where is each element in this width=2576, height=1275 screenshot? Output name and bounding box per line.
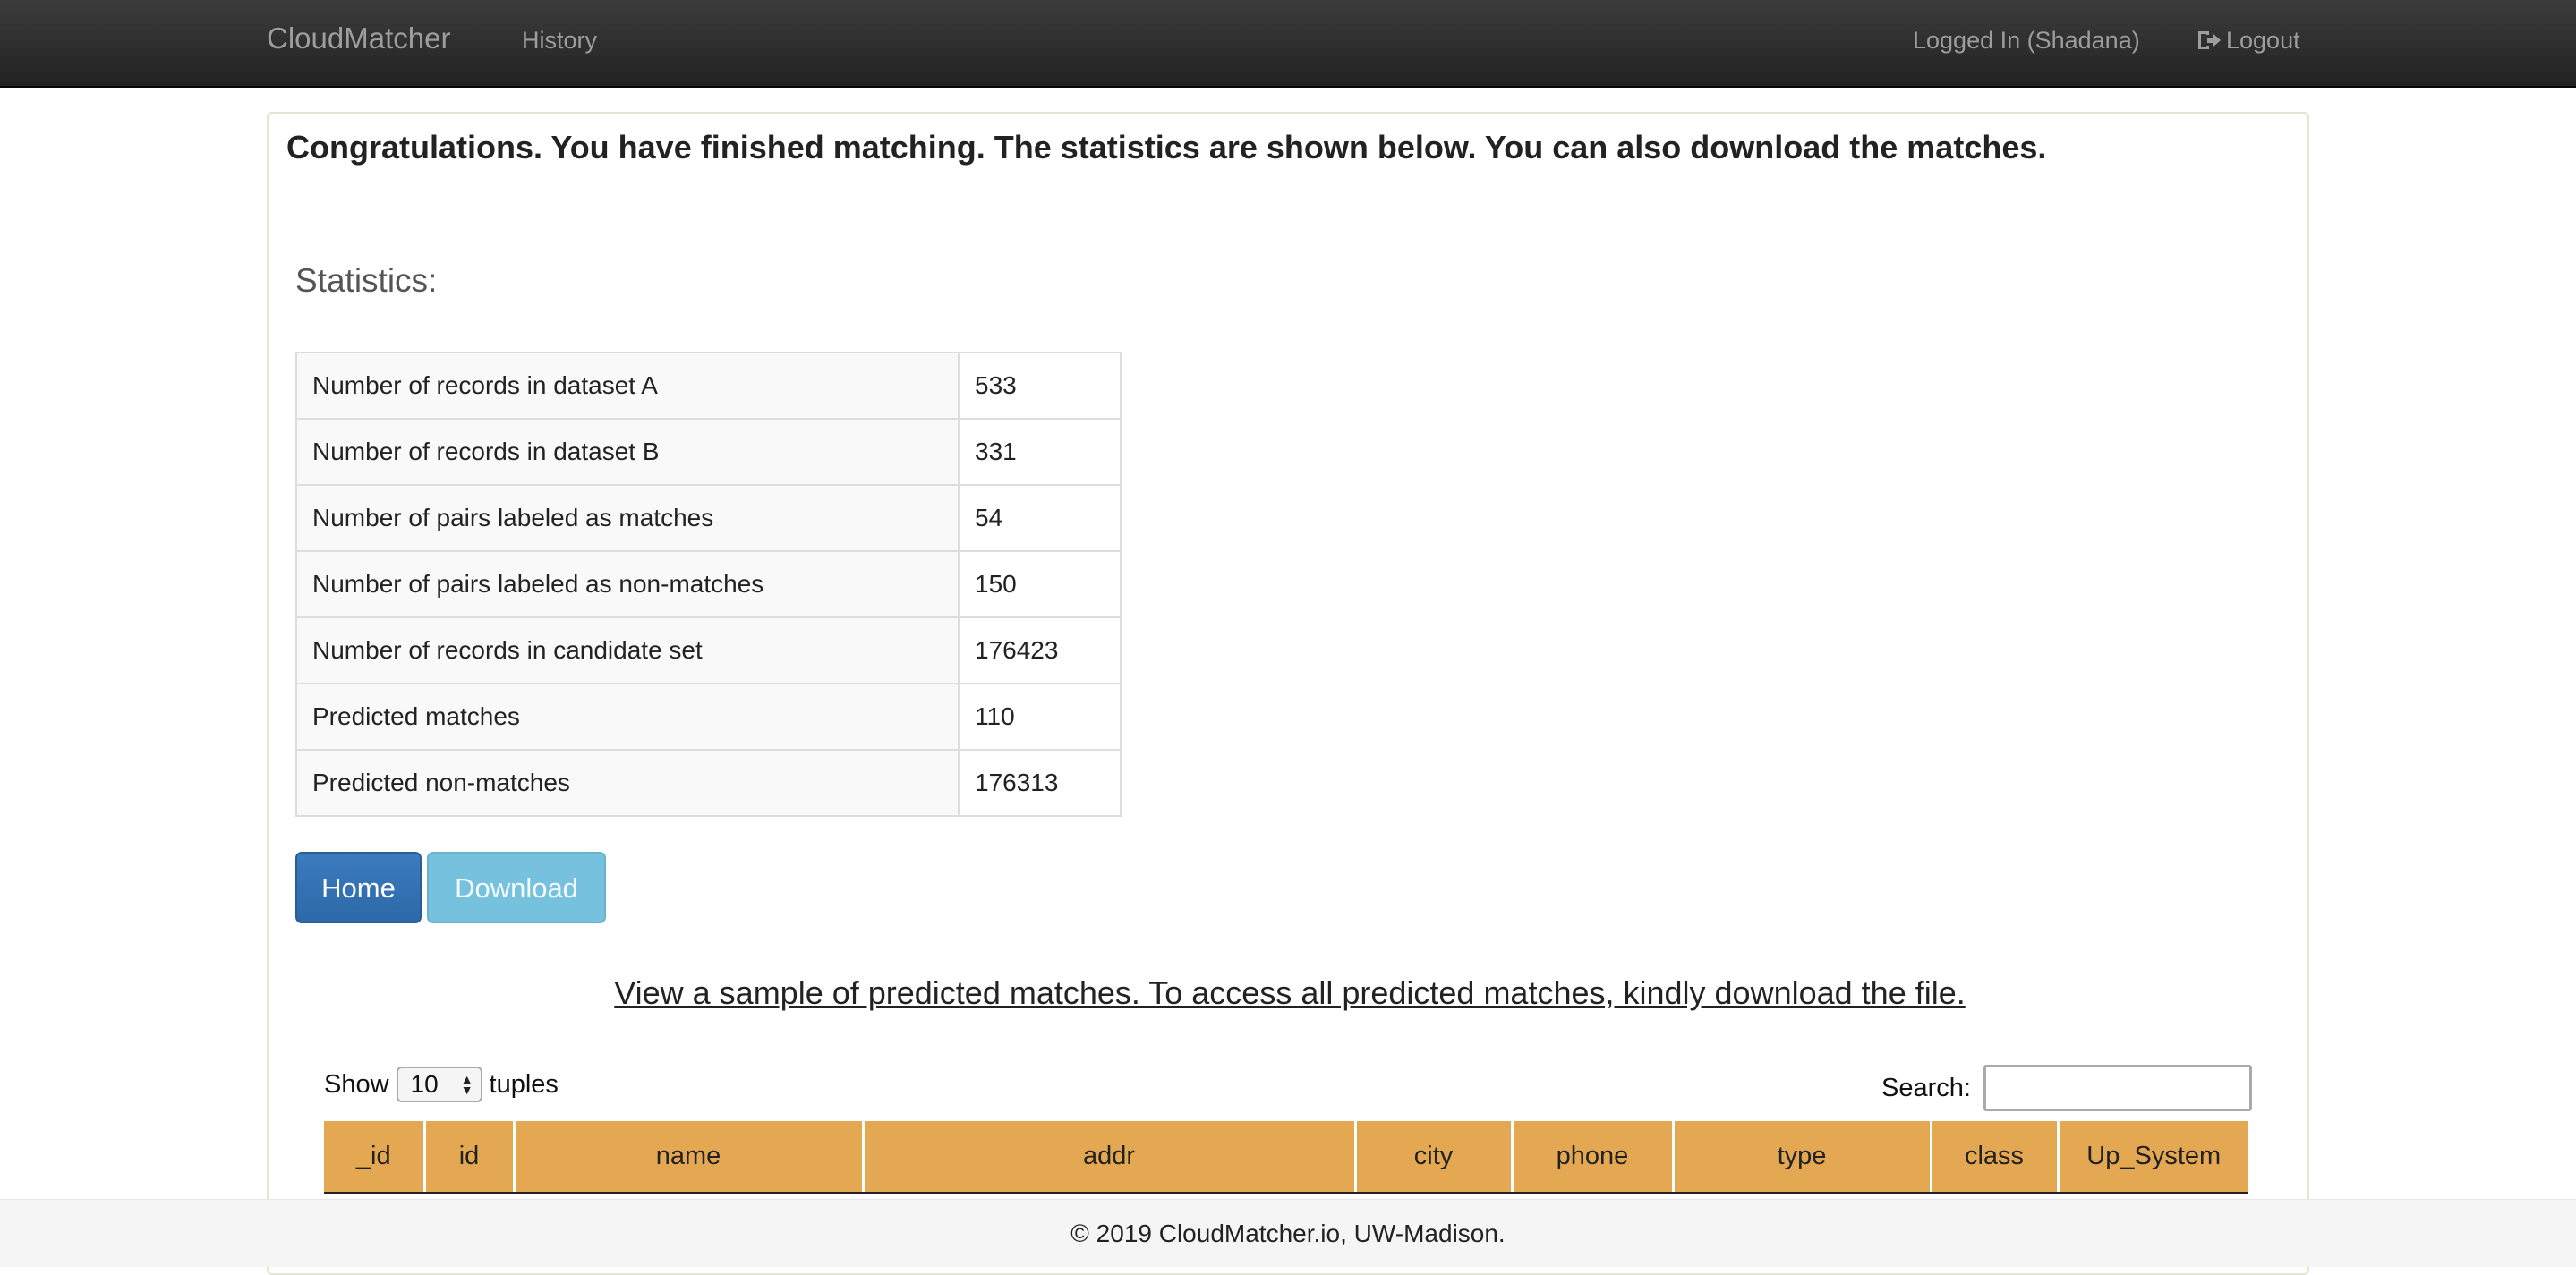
column-header-up-system[interactable]: Up_System	[2056, 1121, 2248, 1194]
stats-row: Predicted matches 110	[295, 683, 1122, 751]
stats-value: 110	[958, 683, 1122, 751]
sample-matches-link[interactable]: View a sample of predicted matches. To a…	[269, 974, 2311, 1012]
column-header-name[interactable]: name	[512, 1121, 863, 1194]
congrats-message: Congratulations. You have finished match…	[286, 129, 2047, 166]
footer-text: © 2019 CloudMatcher.io, UW-Madison.	[1070, 1220, 1506, 1247]
stats-row: Predicted non-matches 176313	[295, 749, 1122, 817]
stats-row: Number of records in dataset A 533	[295, 352, 1122, 420]
page-length-value: 10	[410, 1070, 439, 1098]
table-search: Search:	[1881, 1065, 2252, 1111]
stats-label: Number of records in dataset B	[295, 418, 960, 486]
stats-row: Number of pairs labeled as non-matches 1…	[295, 550, 1122, 618]
statistics-heading: Statistics:	[295, 262, 438, 299]
table-header-row: _id id name addr city phone type class U…	[324, 1121, 2248, 1194]
page-length-select[interactable]: 10 ▲ ▼	[396, 1067, 482, 1102]
page-footer: © 2019 CloudMatcher.io, UW-Madison.	[0, 1199, 2576, 1267]
stats-label: Number of records in candidate set	[295, 616, 960, 684]
logout-label: Logout	[2226, 27, 2300, 54]
logout-icon	[2198, 31, 2221, 49]
home-button[interactable]: Home	[295, 852, 422, 923]
column-header-_id[interactable]: _id	[324, 1121, 424, 1194]
stats-row: Number of pairs labeled as matches 54	[295, 484, 1122, 552]
stats-label: Number of pairs labeled as non-matches	[295, 550, 960, 618]
predicted-matches-table: _id id name addr city phone type class U…	[324, 1121, 2248, 1194]
stats-value: 54	[958, 484, 1122, 552]
search-input[interactable]	[1983, 1065, 2252, 1111]
statistics-table: Number of records in dataset A 533 Numbe…	[295, 352, 1122, 817]
column-header-type[interactable]: type	[1671, 1121, 1931, 1194]
page-length-control: Show 10 ▲ ▼ tuples	[324, 1067, 559, 1102]
show-label: Show	[324, 1069, 389, 1099]
column-header-class[interactable]: class	[1929, 1121, 2058, 1194]
brand-link[interactable]: CloudMatcher	[267, 21, 450, 55]
stats-row: Number of records in dataset B 331	[295, 418, 1122, 486]
download-button[interactable]: Download	[427, 852, 606, 923]
search-label: Search:	[1881, 1073, 1971, 1102]
results-panel: Congratulations. You have finished match…	[267, 112, 2309, 1275]
logout-link[interactable]: Logout	[2196, 27, 2300, 55]
updown-arrows-icon: ▲ ▼	[460, 1072, 473, 1097]
stats-value: 176313	[958, 749, 1122, 817]
stats-label: Predicted matches	[295, 683, 960, 751]
logged-in-user: Logged In (Shadana)	[1913, 27, 2140, 54]
column-header-city[interactable]: city	[1353, 1121, 1512, 1194]
top-navbar: CloudMatcher History Logged In (Shadana)…	[0, 0, 2576, 88]
tuples-label: tuples	[489, 1069, 559, 1099]
stats-label: Number of records in dataset A	[295, 352, 960, 420]
stats-value: 176423	[958, 616, 1122, 684]
stats-label: Predicted non-matches	[295, 749, 960, 817]
column-header-phone[interactable]: phone	[1510, 1121, 1673, 1194]
stats-value: 331	[958, 418, 1122, 486]
stats-row: Number of records in candidate set 17642…	[295, 616, 1122, 684]
nav-history-link[interactable]: History	[522, 27, 597, 55]
stats-value: 150	[958, 550, 1122, 618]
stats-value: 533	[958, 352, 1122, 420]
column-header-addr[interactable]: addr	[861, 1121, 1355, 1194]
stats-label: Number of pairs labeled as matches	[295, 484, 960, 552]
column-header-id[interactable]: id	[422, 1121, 514, 1194]
